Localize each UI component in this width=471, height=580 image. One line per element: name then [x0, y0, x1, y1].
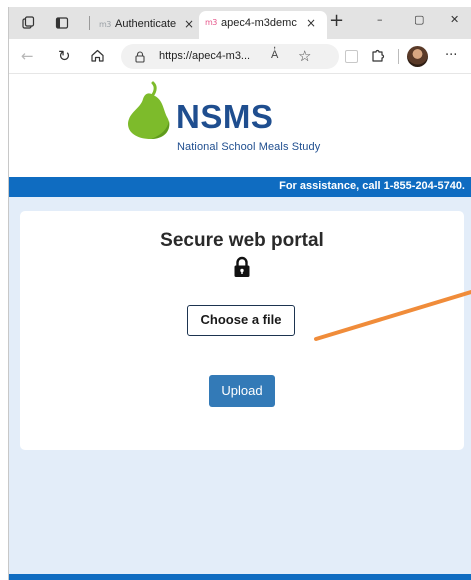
tab-title: apec4-m3demc: [221, 17, 297, 29]
extension-slot-icon[interactable]: [345, 50, 358, 63]
portal-card: Secure web portal Choose a file Upload: [20, 211, 464, 450]
choose-file-button[interactable]: Choose a file: [187, 305, 295, 336]
page-title: Secure web portal: [160, 230, 324, 251]
footer-bar: [9, 574, 471, 580]
assistance-bar: For assistance, call 1-855-204-5740.: [9, 177, 471, 197]
maximize-icon[interactable]: ▢: [414, 13, 424, 26]
more-menu-icon[interactable]: ···: [445, 48, 457, 63]
tab-favicon: m3: [99, 20, 111, 29]
url-text[interactable]: https://apec4-m3...: [159, 50, 250, 62]
pear-logo-icon: [127, 81, 170, 139]
read-aloud-icon[interactable]: A̓: [271, 49, 278, 61]
tab-apec4[interactable]: m3 apec4-m3demc ×: [199, 11, 327, 39]
tabstrip-divider: [89, 16, 90, 30]
tab-authenticate[interactable]: m3 Authenticate ×: [93, 13, 199, 39]
tab-favicon: m3: [205, 18, 217, 27]
padlock-icon: [234, 256, 250, 277]
workspaces-icon[interactable]: [21, 16, 35, 30]
browser-window: m3 Authenticate × m3 apec4-m3demc × + – …: [8, 7, 471, 580]
profile-avatar[interactable]: [407, 46, 428, 67]
tab-strip: m3 Authenticate × m3 apec4-m3demc × + – …: [9, 7, 471, 39]
site-header: NSMS National School Meals Study: [9, 74, 471, 177]
tab-actions-icon[interactable]: [55, 16, 69, 30]
lock-icon[interactable]: [135, 50, 145, 63]
extensions-icon[interactable]: [370, 48, 385, 66]
address-bar[interactable]: https://apec4-m3... A̓ ☆: [121, 44, 339, 69]
logo-text: NSMS: [176, 98, 274, 135]
favorite-star-icon[interactable]: ☆: [298, 47, 311, 65]
upload-button[interactable]: Upload: [209, 375, 275, 407]
toolbar-divider: [398, 49, 399, 64]
browser-toolbar: ← ↻ https://apec4-m3... A̓ ☆ ···: [9, 39, 471, 74]
refresh-icon[interactable]: ↻: [58, 49, 71, 64]
close-icon[interactable]: ×: [306, 16, 316, 30]
tab-title: Authenticate: [115, 18, 177, 30]
logo-subtitle: National School Meals Study: [177, 141, 321, 153]
back-icon[interactable]: ←: [21, 49, 34, 64]
home-icon[interactable]: [90, 48, 105, 66]
main-content: Secure web portal Choose a file Upload: [9, 197, 471, 574]
new-tab-icon[interactable]: +: [329, 10, 344, 31]
web-page: NSMS National School Meals Study For ass…: [9, 74, 471, 580]
close-window-icon[interactable]: ✕: [450, 13, 459, 26]
assistance-text: For assistance, call 1-855-204-5740.: [279, 180, 465, 192]
close-icon[interactable]: ×: [184, 17, 194, 31]
minimize-icon[interactable]: –: [377, 13, 383, 26]
